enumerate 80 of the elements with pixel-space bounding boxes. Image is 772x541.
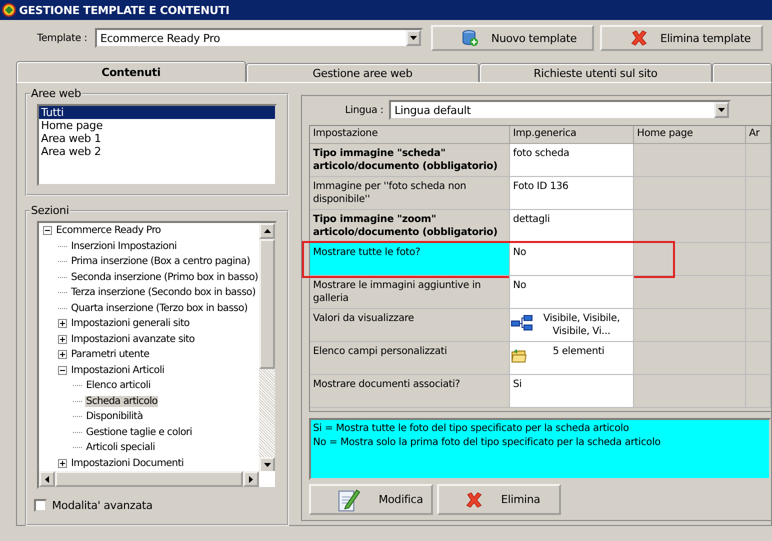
tree-item[interactable]: Inserzioni Impostazioni [70,240,178,252]
empty-cell[interactable] [746,309,771,342]
tree-item[interactable]: Impostazioni avanzate sito [70,334,196,345]
expand-icon[interactable] [58,319,67,328]
group-title: Sezioni [30,204,70,217]
empty-cell[interactable] [746,375,771,408]
value-cell[interactable]: Foto ID 136 [510,177,634,210]
new-template-button[interactable]: Nuovo template [431,25,594,51]
folder-icon [511,348,527,364]
tree-item[interactable]: Impostazioni Documenti [70,458,185,469]
edit-button[interactable]: Modifica [309,484,433,515]
checkbox[interactable] [34,499,47,512]
dropdown-arrow-icon [718,108,726,112]
expand-icon[interactable] [58,334,67,344]
tree-item[interactable]: Elenco articoli [85,380,152,392]
group-title: Aree web [30,87,82,100]
tree-item[interactable]: Impostazioni Articoli [70,364,166,376]
partial-tab[interactable] [712,63,772,82]
value-cell[interactable]: No [510,276,634,309]
tab[interactable]: Gestione aree web [246,63,479,82]
app-icon [2,3,16,17]
document-pencil-icon [337,486,361,512]
tree-item[interactable]: Prima inserzione (Box a centro pagina) [70,256,252,268]
template-dropdown[interactable]: Ecommerce Ready Pro [95,28,424,48]
expand-icon[interactable] [58,458,67,468]
x-icon [465,490,483,508]
tree-item[interactable]: Quarta inserzione (Terzo box in basso) [70,302,248,314]
right-arrow-icon [249,476,253,482]
column-header[interactable]: Impostazione [310,126,510,144]
tree-item[interactable]: Articoli speciali [85,442,156,454]
tree-item[interactable]: Impostazioni generali sito [70,318,190,330]
value-cell[interactable]: foto scheda [510,144,634,177]
tree-item[interactable]: Terza inserzione (Secondo box in basso) [70,287,256,298]
list-item[interactable]: Tutti [39,106,275,119]
value-cell[interactable]: 5 elementi [510,342,634,375]
left-arrow-icon [45,476,49,482]
window-title: GESTIONE TEMPLATE E CONTENUTI [19,4,230,16]
empty-cell[interactable] [746,177,771,210]
dropdown-arrow-icon [410,36,418,40]
language-label: Lingua : [345,104,384,116]
setting-cell[interactable]: Mostrare tutte le foto? [310,243,510,276]
tree-item[interactable]: Parametri utente [70,349,150,360]
tab[interactable]: Richieste utenti sul sito [479,63,712,82]
list-item[interactable]: Area web 1 [39,132,275,145]
column-header[interactable]: Home page [634,126,746,144]
collapse-icon[interactable] [58,366,67,375]
list-item[interactable]: Home page [39,119,275,132]
up-arrow-icon [264,229,270,233]
tree-item[interactable]: Seconda inserzione (Primo box in basso) [70,272,260,283]
expand-icon[interactable] [58,350,67,360]
scrollbar-thumb[interactable] [259,239,275,369]
template-label: Template : [37,32,88,44]
value-cell[interactable]: Si [510,375,634,408]
value-cell[interactable]: dettagli [510,210,634,243]
x-icon [630,29,648,47]
empty-cell[interactable] [746,276,771,309]
collapse-icon[interactable] [43,226,52,236]
empty-cell[interactable] [746,144,771,177]
down-arrow-icon [264,463,270,467]
description-line: Si = Mostra tutte le foto del tipo specificato per la scheda articolo [313,422,630,436]
tree-item[interactable]: Disponibilità [85,411,144,422]
empty-cell[interactable] [746,342,771,375]
delete-template-button[interactable]: Elimina template [600,25,764,51]
tree-item[interactable]: Scheda articolo [85,396,158,407]
vertical-scrollbar[interactable] [259,223,275,473]
empty-cell[interactable] [746,243,771,276]
tree-item[interactable]: Gestione taglie e colori [85,426,194,438]
value-cell[interactable]: No [510,243,634,276]
language-dropdown[interactable]: Lingua default [389,100,732,120]
empty-cell[interactable] [746,210,771,243]
tree-item[interactable]: Ecommerce Ready Pro [55,225,162,236]
column-header[interactable]: Ar [746,126,771,144]
hierarchy-icon [511,315,533,331]
description-line: No = Mostra solo la prima foto del tipo specificato per la scheda articolo [313,436,662,450]
database-plus-icon [461,29,480,47]
checkbox-label: Modalita' avanzata [52,499,153,512]
value-cell[interactable]: Visibile, Visibile, Visibile, Vi... [510,309,634,342]
list-item[interactable]: Area web 2 [39,145,275,158]
delete-button[interactable]: Elimina [437,484,561,515]
tab[interactable]: Contenuti [16,61,246,82]
